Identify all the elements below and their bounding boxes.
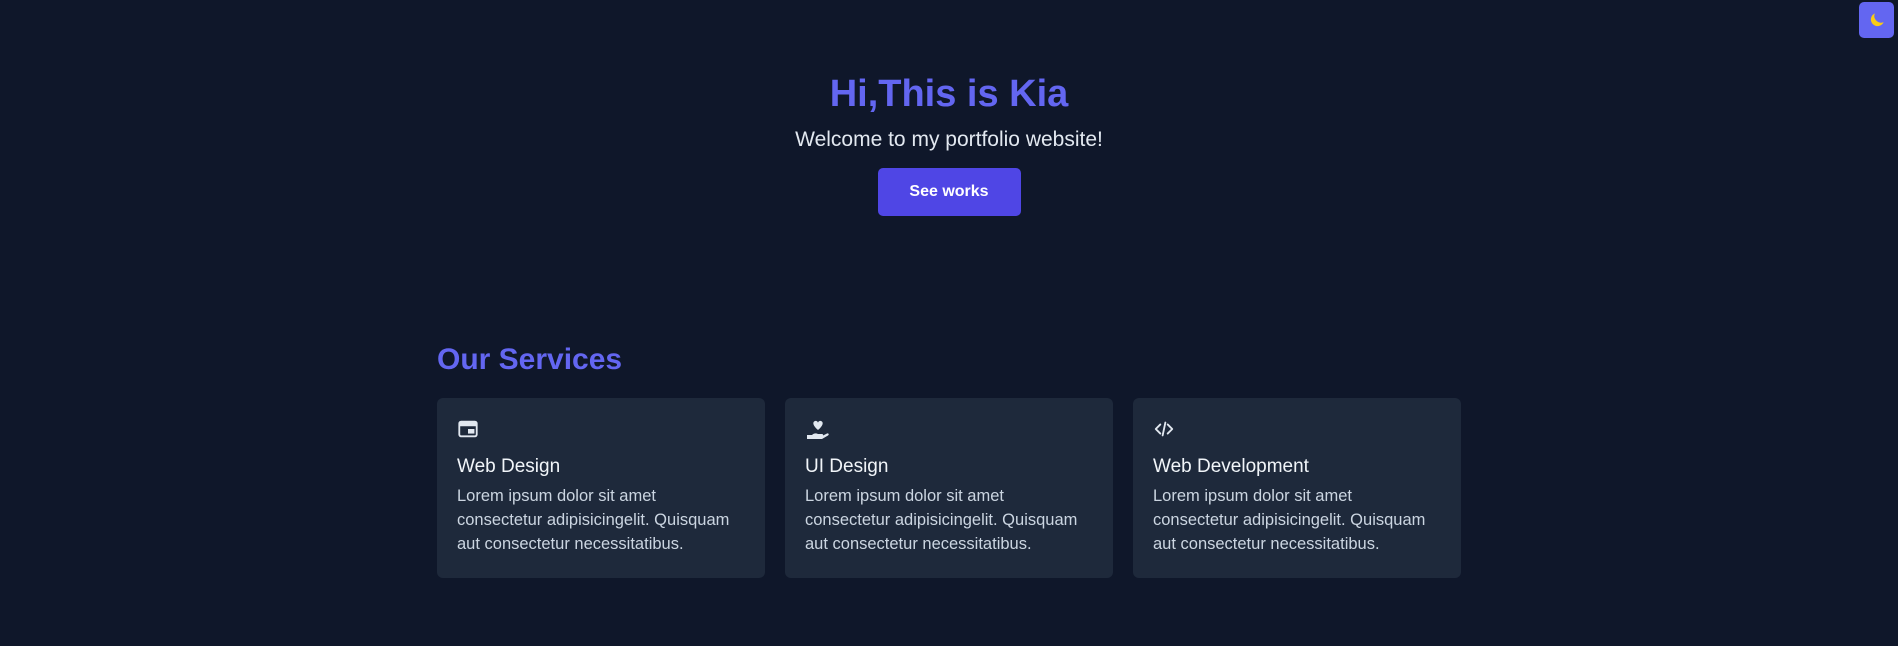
services-section: Our Services Web Design Lorem ipsum dolo… bbox=[437, 340, 1461, 578]
service-card-ui-design: UI Design Lorem ipsum dolor sit amet con… bbox=[785, 398, 1113, 578]
moon-icon bbox=[1867, 10, 1887, 30]
service-card-web-design: Web Design Lorem ipsum dolor sit amet co… bbox=[437, 398, 765, 578]
theme-toggle-button[interactable] bbox=[1859, 2, 1894, 38]
hero-section: Hi,This is Kia Welcome to my portfolio w… bbox=[0, 70, 1898, 216]
hero-subtitle: Welcome to my portfolio website! bbox=[795, 128, 1103, 151]
services-cards: Web Design Lorem ipsum dolor sit amet co… bbox=[437, 398, 1461, 578]
card-text: Lorem ipsum dolor sit amet consectetur a… bbox=[1153, 487, 1426, 553]
code-icon bbox=[1153, 418, 1175, 440]
browser-window-icon bbox=[457, 418, 479, 440]
card-text: Lorem ipsum dolor sit amet consectetur a… bbox=[805, 487, 1078, 553]
hand-heart-icon bbox=[805, 418, 829, 440]
hero-title: Hi,This is Kia bbox=[829, 73, 1069, 115]
services-title: Our Services bbox=[437, 343, 623, 376]
service-card-web-development: Web Development Lorem ipsum dolor sit am… bbox=[1133, 398, 1461, 578]
card-text: Lorem ipsum dolor sit amet consectetur a… bbox=[457, 487, 730, 553]
card-title: Web Design bbox=[457, 456, 561, 477]
card-title: UI Design bbox=[805, 456, 889, 477]
card-title: Web Development bbox=[1153, 456, 1309, 477]
see-works-button[interactable]: See works bbox=[877, 168, 1021, 216]
